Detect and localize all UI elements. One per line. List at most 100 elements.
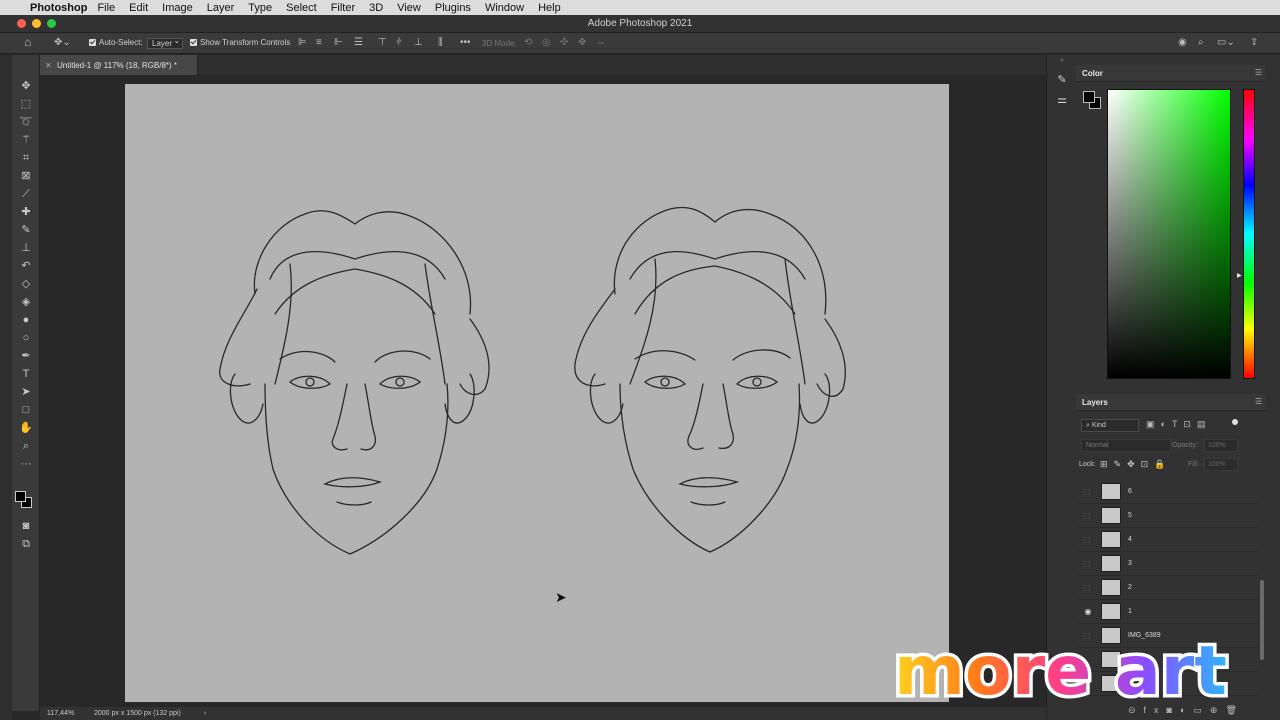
- workspace-icon[interactable]: ▭⌄: [1217, 37, 1235, 48]
- distribute-icon[interactable]: ☰: [354, 37, 363, 48]
- align-bottom-icon[interactable]: ⊥: [414, 37, 423, 48]
- layer-row[interactable]: 3: [1078, 552, 1258, 576]
- menu-edit[interactable]: Edit: [129, 2, 148, 14]
- menu-image[interactable]: Image: [162, 2, 193, 14]
- search-icon[interactable]: ⌕: [1198, 37, 1204, 48]
- menu-file[interactable]: File: [97, 2, 115, 14]
- align-left-icon[interactable]: ⊫: [298, 37, 307, 48]
- move-icon[interactable]: ✥: [19, 79, 33, 93]
- layer-name: 1: [1128, 608, 1132, 615]
- move-tool-preset-icon[interactable]: ✥⌄: [54, 37, 71, 48]
- layer-name: 6: [1128, 488, 1132, 495]
- lasso-icon[interactable]: ➰: [19, 115, 33, 129]
- hue-slider[interactable]: [1243, 89, 1255, 379]
- menu-select[interactable]: Select: [286, 2, 317, 14]
- adjustments-icon[interactable]: ⚌: [1055, 93, 1069, 107]
- menu-view[interactable]: View: [397, 2, 421, 14]
- align-center-icon[interactable]: ≡: [316, 37, 322, 48]
- layers-panel-tab[interactable]: Layers: [1082, 398, 1108, 407]
- crop-icon[interactable]: ⌗: [19, 151, 33, 165]
- layer-row[interactable]: 4: [1078, 528, 1258, 552]
- frame-icon[interactable]: ⊠: [19, 169, 33, 183]
- zoom-icon[interactable]: ⌕: [19, 439, 33, 453]
- layers-panel-menu-icon[interactable]: ☰: [1255, 397, 1262, 406]
- canvas[interactable]: ➤: [125, 84, 949, 702]
- dodge-icon[interactable]: ○: [19, 331, 33, 345]
- home-icon[interactable]: ⌂: [24, 35, 31, 49]
- face-sketches: [219, 206, 846, 555]
- distribute-vertical-icon[interactable]: ⫼: [438, 37, 443, 48]
- pen-icon[interactable]: ✒: [19, 349, 33, 363]
- layers-scrollbar[interactable]: [1260, 580, 1264, 660]
- type-icon[interactable]: T: [19, 367, 33, 381]
- share-icon[interactable]: ⇪: [1250, 37, 1258, 48]
- menu-plugins[interactable]: Plugins: [435, 2, 471, 14]
- paint-bucket-icon[interactable]: ◈: [19, 295, 33, 309]
- layer-filter-dropdown[interactable]: ⌕ Kind: [1081, 419, 1139, 432]
- auto-select-dropdown[interactable]: Layer: [147, 36, 184, 49]
- eye-icon[interactable]: ◉: [1083, 607, 1093, 616]
- 3d-pan-icon: ✣: [560, 37, 569, 48]
- menu-filter[interactable]: Filter: [331, 2, 355, 14]
- foreground-color-swatch[interactable]: [15, 491, 26, 502]
- screen-mode-icon[interactable]: ⧉: [19, 537, 33, 551]
- menu-type[interactable]: Type: [248, 2, 272, 14]
- move-cursor-icon: ➤: [555, 589, 567, 605]
- menu-help[interactable]: Help: [538, 2, 561, 14]
- color-panel-tab[interactable]: Color: [1082, 69, 1103, 78]
- lock-icons[interactable]: ⊞✎✥⊡🔒: [1100, 459, 1171, 470]
- marquee-icon[interactable]: ⬚: [19, 97, 33, 111]
- blur-icon[interactable]: ●: [19, 313, 33, 327]
- status-menu-arrow[interactable]: ›: [204, 710, 206, 717]
- path-selection-icon[interactable]: ➤: [19, 385, 33, 399]
- more-tools-icon[interactable]: ···: [19, 457, 33, 471]
- eraser-icon[interactable]: ◇: [19, 277, 33, 291]
- more-art-watermark-logo: more art: [891, 629, 1231, 715]
- history-brush-icon[interactable]: ↶: [19, 259, 33, 273]
- layer-filter-icons[interactable]: ▣◐T⊡▤: [1146, 419, 1211, 430]
- menu-3d[interactable]: 3D: [369, 2, 383, 14]
- learn-icon[interactable]: ◉: [1178, 37, 1187, 48]
- filter-toggle-icon[interactable]: [1232, 419, 1238, 425]
- opacity-field[interactable]: 100%: [1204, 439, 1238, 452]
- auto-select-checkbox[interactable]: [89, 39, 96, 46]
- hue-slider-handle-icon[interactable]: ▶: [1237, 272, 1242, 279]
- blend-mode-dropdown[interactable]: Normal: [1081, 439, 1171, 452]
- fill-field[interactable]: 100%: [1204, 458, 1238, 471]
- layer-visibility-toggle[interactable]: [1084, 537, 1090, 543]
- zoom-level[interactable]: 117,44%: [47, 710, 74, 717]
- show-transform-controls-checkbox[interactable]: [190, 39, 197, 46]
- rectangle-icon[interactable]: □: [19, 403, 33, 417]
- align-right-icon[interactable]: ⊩: [334, 37, 343, 48]
- document-tab[interactable]: ✕ Untitled-1 @ 117% (18, RGB/8*) *: [40, 55, 198, 75]
- align-top-icon[interactable]: ⊤: [378, 37, 387, 48]
- menu-layer[interactable]: Layer: [207, 2, 235, 14]
- expand-panels-icon[interactable]: «: [1055, 57, 1069, 71]
- color-panel-foreground-swatch[interactable]: [1083, 91, 1095, 103]
- tab-bar-empty: [198, 55, 1046, 75]
- layer-row[interactable]: ◉ 1: [1078, 600, 1258, 624]
- hand-icon[interactable]: ✋: [19, 421, 33, 435]
- color-panel-menu-icon[interactable]: ☰: [1255, 68, 1262, 77]
- 3d-scale-icon: ⇔: [596, 37, 606, 48]
- layer-row[interactable]: 2: [1078, 576, 1258, 600]
- color-saturation-field[interactable]: [1107, 89, 1231, 379]
- layer-visibility-toggle[interactable]: [1084, 561, 1090, 567]
- layer-visibility-toggle[interactable]: [1084, 489, 1090, 495]
- more-options-icon[interactable]: •••: [460, 37, 471, 48]
- quick-mask-icon[interactable]: ◙: [19, 519, 33, 533]
- close-tab-icon[interactable]: ✕: [45, 61, 52, 70]
- brush-icon[interactable]: ✎: [19, 223, 33, 237]
- menu-window[interactable]: Window: [485, 2, 524, 14]
- healing-brush-icon[interactable]: ✚: [19, 205, 33, 219]
- align-middle-icon[interactable]: ⫩: [396, 37, 402, 48]
- magic-wand-icon[interactable]: ⚚: [19, 133, 33, 147]
- layer-visibility-toggle[interactable]: [1084, 585, 1090, 591]
- clone-stamp-icon[interactable]: ⊥: [19, 241, 33, 255]
- brush-settings-icon[interactable]: ✎: [1055, 73, 1069, 87]
- eyedropper-icon[interactable]: ⟋: [19, 187, 33, 201]
- layer-row[interactable]: 6: [1078, 480, 1258, 504]
- menu-app-name[interactable]: Photoshop: [30, 2, 87, 14]
- layer-row[interactable]: 5: [1078, 504, 1258, 528]
- layer-visibility-toggle[interactable]: [1084, 513, 1090, 519]
